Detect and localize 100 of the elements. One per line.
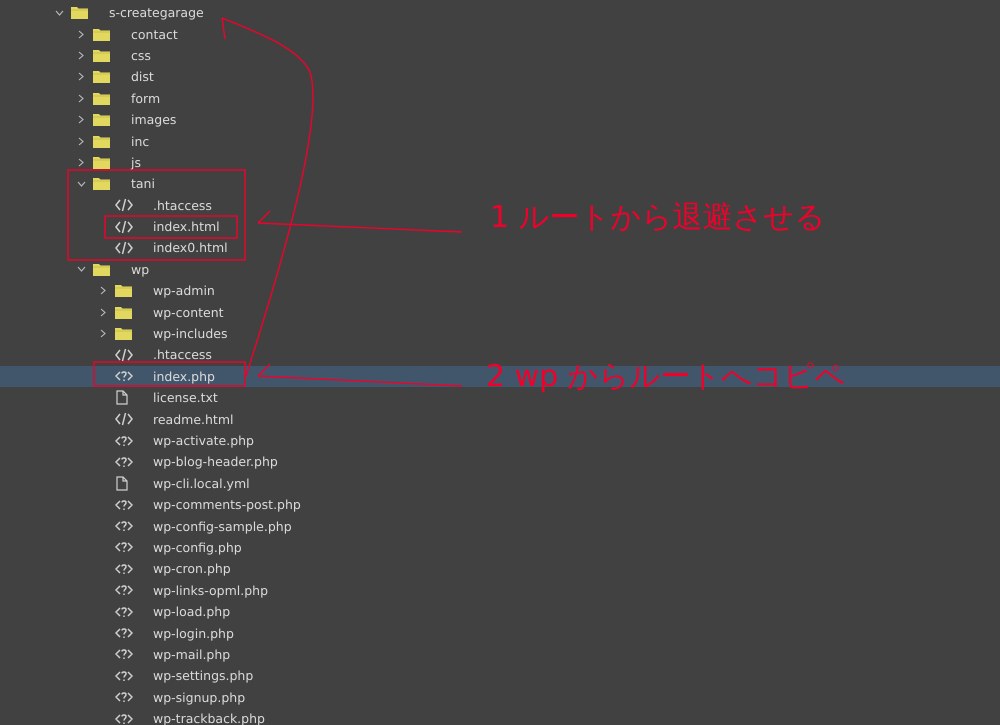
tree-row[interactable]: wp-mail.php <box>0 644 465 666</box>
folder-icon <box>93 28 110 41</box>
file-name: wp-admin <box>153 283 215 298</box>
folder-icon <box>93 262 110 276</box>
php-file-icon <box>115 454 133 469</box>
file-name: wp-cron.php <box>153 561 231 576</box>
file-name: wp-activate.php <box>153 433 254 448</box>
php-file-icon <box>115 498 133 512</box>
tree-row[interactable]: wp-comments-post.php <box>0 494 465 516</box>
folder-icon <box>115 306 132 319</box>
chevron-down-icon[interactable] <box>76 180 86 187</box>
chevron-down-icon[interactable] <box>76 266 86 272</box>
folder-icon <box>93 92 110 105</box>
file-name: wp-content <box>153 304 224 320</box>
file-name: wp-config-sample.php <box>153 518 292 534</box>
tree-row[interactable]: wp-blog-header.php <box>0 451 465 473</box>
php-file-icon <box>115 562 133 576</box>
php-file-icon <box>115 583 133 598</box>
file-name: wp-includes <box>153 326 228 342</box>
file-name: wp-blog-header.php <box>153 454 278 470</box>
tree-row[interactable]: wp-admin <box>0 280 465 302</box>
chevron-right-icon[interactable] <box>78 72 84 82</box>
chevron-right-icon[interactable] <box>78 94 84 103</box>
tree-row[interactable]: wp-config-sample.php <box>0 515 465 537</box>
php-file-icon <box>115 540 133 554</box>
tree-row[interactable]: inc <box>0 130 465 152</box>
tree-row[interactable]: license.txt <box>0 387 465 408</box>
folder-icon <box>71 6 88 20</box>
tree-row[interactable]: css <box>0 44 465 66</box>
chevron-right-icon[interactable] <box>78 30 84 39</box>
tree-row[interactable]: readme.html <box>0 408 465 430</box>
file-name: contact <box>131 26 178 42</box>
folder-icon <box>115 327 132 340</box>
tree-row[interactable]: index.html <box>0 216 465 238</box>
folder-icon <box>115 284 132 298</box>
file-name: inc <box>131 134 150 149</box>
file-name: wp-login.php <box>153 626 234 641</box>
tree-row[interactable]: wp-cli.local.yml <box>0 472 465 494</box>
tree-row[interactable]: wp-links-opml.php <box>0 580 465 601</box>
chevron-down-icon[interactable] <box>54 10 64 16</box>
chevron-right-icon[interactable] <box>100 329 106 338</box>
file-name: wp <box>131 262 150 277</box>
tree-row[interactable]: wp-login.php <box>0 622 465 644</box>
tree-row[interactable]: .htaccess <box>0 194 465 216</box>
code-file-icon <box>115 220 133 234</box>
tree-row[interactable]: wp-settings.php <box>0 665 465 686</box>
folder-icon <box>93 156 110 169</box>
file-name: form <box>131 90 160 106</box>
tree-row[interactable]: s-creategarage <box>0 2 465 24</box>
tree-row[interactable]: tani <box>0 173 465 195</box>
file-name: tani <box>131 176 155 192</box>
tree-row[interactable]: wp <box>0 258 465 280</box>
php-file-icon <box>115 668 133 683</box>
file-name: wp-comments-post.php <box>153 497 301 512</box>
file-name: index.html <box>153 219 220 234</box>
annotation-text: 2 wp からルートへコピペ <box>486 359 846 395</box>
file-name: dist <box>131 69 154 84</box>
file-name: wp-links-opml.php <box>153 582 268 598</box>
file-name: js <box>131 154 141 170</box>
file-name: index.php <box>153 368 215 384</box>
folder-icon <box>93 70 110 84</box>
tree-row[interactable]: index.php <box>0 366 465 388</box>
folder-icon <box>93 113 110 126</box>
chevron-right-icon[interactable] <box>78 50 84 60</box>
folder-icon <box>93 134 110 148</box>
file-name: wp-settings.php <box>153 668 254 684</box>
tree-row[interactable]: wp-signup.php <box>0 686 465 708</box>
php-file-icon <box>115 712 133 725</box>
tree-row[interactable]: images <box>0 108 465 130</box>
tree-row[interactable]: wp-cron.php <box>0 558 465 580</box>
tree-row[interactable]: wp-includes <box>0 322 465 344</box>
tree-row[interactable]: wp-load.php <box>0 600 465 622</box>
tree-row[interactable]: wp-content <box>0 301 465 323</box>
code-file-icon <box>115 198 133 212</box>
tree-row[interactable]: js <box>0 152 465 174</box>
chevron-right-icon[interactable] <box>100 286 106 296</box>
php-file-icon <box>115 519 133 534</box>
document-icon <box>115 390 129 406</box>
file-name: readme.html <box>153 412 234 427</box>
file-name: .htaccess <box>153 198 212 213</box>
tree-row[interactable]: contact <box>0 23 465 45</box>
tree-row[interactable]: index0.html <box>0 237 465 259</box>
php-file-icon <box>115 434 133 448</box>
tree-row[interactable]: wp-config.php <box>0 536 465 558</box>
file-name: wp-signup.php <box>153 690 246 705</box>
chevron-right-icon[interactable] <box>78 158 84 167</box>
chevron-right-icon[interactable] <box>78 136 84 146</box>
tree-row[interactable]: dist <box>0 66 465 88</box>
file-name: wp-mail.php <box>153 646 230 662</box>
folder-icon <box>93 48 110 62</box>
php-file-icon <box>115 604 133 619</box>
code-file-icon <box>115 348 133 362</box>
tree-row[interactable]: .htaccess <box>0 344 465 366</box>
chevron-right-icon[interactable] <box>78 115 84 124</box>
tree-row[interactable]: wp-activate.php <box>0 430 465 452</box>
document-icon <box>115 476 129 491</box>
chevron-right-icon[interactable] <box>100 308 106 317</box>
php-file-icon <box>115 690 133 704</box>
tree-row[interactable]: form <box>0 88 465 109</box>
file-name: s-creategarage <box>109 5 204 20</box>
